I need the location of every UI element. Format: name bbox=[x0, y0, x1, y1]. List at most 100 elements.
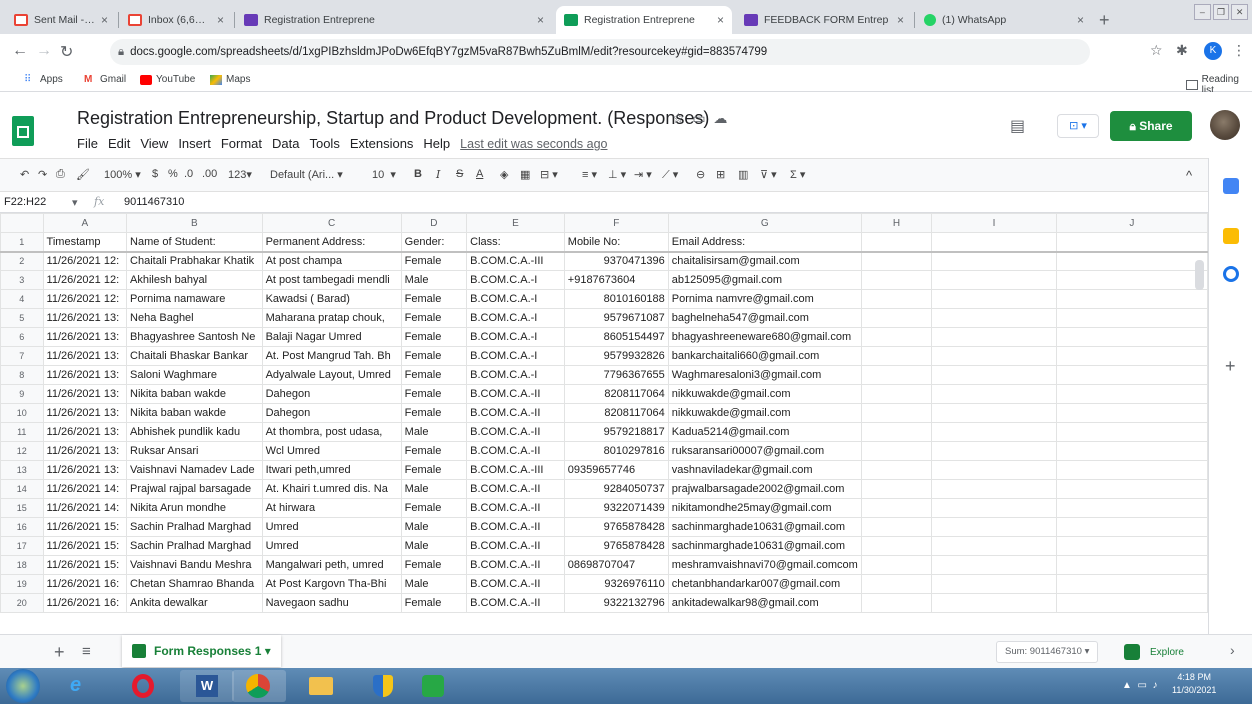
cell[interactable]: Female bbox=[400, 327, 468, 347]
cell[interactable]: Umred bbox=[261, 517, 402, 537]
cell[interactable] bbox=[931, 593, 1057, 613]
cell[interactable] bbox=[1055, 460, 1208, 480]
close-tab-icon[interactable]: × bbox=[897, 13, 904, 27]
cell[interactable]: Ruksar Ansari bbox=[126, 441, 263, 461]
star-icon[interactable]: ☆ bbox=[672, 110, 685, 126]
cell[interactable] bbox=[1055, 270, 1208, 290]
cell[interactable]: B.COM.C.A.-II bbox=[466, 441, 565, 461]
reload-icon[interactable]: ↻ bbox=[60, 42, 73, 62]
cell[interactable]: Sachin Pralhad Marghad bbox=[126, 517, 263, 537]
cell[interactable]: ruksaransari00007@gmail.com bbox=[667, 441, 862, 461]
cell[interactable] bbox=[860, 460, 933, 480]
italic-button[interactable]: I bbox=[436, 168, 440, 181]
text-rotation-icon[interactable]: ⟋ ▾ bbox=[662, 168, 678, 182]
cell[interactable] bbox=[1055, 403, 1208, 423]
cell[interactable]: 9579218817 bbox=[563, 422, 669, 442]
collapse-menus-icon[interactable]: ^ bbox=[1186, 168, 1192, 183]
cell[interactable]: Ankita dewalkar bbox=[126, 593, 263, 613]
bookmark-youtube[interactable]: YouTube bbox=[140, 74, 195, 85]
cell[interactable]: 11/26/2021 13: bbox=[42, 346, 128, 366]
cell[interactable]: 11/26/2021 14: bbox=[42, 498, 128, 518]
cell[interactable]: 8010160188 bbox=[563, 289, 669, 309]
cell[interactable]: Chaitali Bhaskar Bankar bbox=[126, 346, 263, 366]
font-family-select[interactable]: Default (Ari... ▾ bbox=[270, 168, 343, 181]
security-shield-icon[interactable] bbox=[356, 670, 410, 702]
header-cell[interactable] bbox=[931, 232, 1057, 253]
cell[interactable]: Male bbox=[400, 574, 468, 594]
header-cell[interactable]: Timestamp bbox=[42, 232, 128, 253]
file-explorer-icon[interactable] bbox=[294, 670, 348, 702]
column-header[interactable]: B bbox=[126, 213, 263, 233]
cell[interactable]: Mangalwari peth, umred bbox=[261, 555, 402, 575]
cell[interactable] bbox=[1055, 441, 1208, 461]
cell[interactable]: B.COM.C.A.-II bbox=[466, 555, 565, 575]
cell[interactable] bbox=[860, 536, 933, 556]
row-number[interactable]: 16 bbox=[0, 517, 44, 537]
cell[interactable] bbox=[931, 536, 1057, 556]
cell[interactable]: Vaishnavi Bandu Meshra bbox=[126, 555, 263, 575]
row-number[interactable]: 5 bbox=[0, 308, 44, 328]
cell[interactable] bbox=[1055, 593, 1208, 613]
cell[interactable]: At. Khairi t.umred dis. Na bbox=[261, 479, 402, 499]
header-cell[interactable]: Class: bbox=[466, 232, 565, 253]
cell[interactable]: chaitalisirsam@gmail.com bbox=[667, 251, 862, 271]
cell[interactable]: Maharana pratap chouk, bbox=[261, 308, 402, 328]
undo-icon[interactable]: ↶ bbox=[20, 168, 29, 181]
row-number[interactable]: 13 bbox=[0, 460, 44, 480]
browser-tab[interactable]: Sent Mail - khushbooghe × bbox=[6, 6, 116, 34]
chrome-icon[interactable] bbox=[232, 670, 286, 702]
cell[interactable]: 11/26/2021 12: bbox=[42, 289, 128, 309]
present-button[interactable]: ⊡ ▾ bbox=[1057, 114, 1099, 138]
cell[interactable]: Chetan Shamrao Bhanda bbox=[126, 574, 263, 594]
tasks-icon[interactable] bbox=[1223, 266, 1239, 282]
cell[interactable]: B.COM.C.A.-II bbox=[466, 536, 565, 556]
cell[interactable]: 11/26/2021 13: bbox=[42, 384, 128, 404]
more-formats-select[interactable]: 123▾ bbox=[228, 168, 252, 181]
cell[interactable]: 9765878428 bbox=[563, 517, 669, 537]
text-color-button[interactable]: A bbox=[476, 168, 483, 180]
cell[interactable] bbox=[1055, 289, 1208, 309]
merge-cells-icon[interactable]: ⊟ ▾ bbox=[540, 168, 558, 181]
browser-tab[interactable]: FEEDBACK FORM Entrep × bbox=[736, 6, 912, 34]
row-number[interactable]: 12 bbox=[0, 441, 44, 461]
cell[interactable]: Female bbox=[400, 593, 468, 613]
bookmark-star-icon[interactable]: ☆ bbox=[1150, 42, 1163, 59]
cell[interactable] bbox=[1055, 479, 1208, 499]
text-wrapping-icon[interactable]: ⇥ ▾ bbox=[634, 168, 652, 181]
internet-explorer-icon[interactable]: e bbox=[52, 670, 106, 702]
cell[interactable]: Wcl Umred bbox=[261, 441, 402, 461]
cell[interactable]: Female bbox=[400, 289, 468, 309]
cell[interactable]: Navegaon sadhu bbox=[261, 593, 402, 613]
cell[interactable]: 11/26/2021 13: bbox=[42, 308, 128, 328]
cell[interactable]: 8208117064 bbox=[563, 403, 669, 423]
cell[interactable] bbox=[1055, 346, 1208, 366]
row-number[interactable]: 19 bbox=[0, 574, 44, 594]
cell[interactable]: Prajwal rajpal barsagade bbox=[126, 479, 263, 499]
column-header[interactable]: C bbox=[261, 213, 402, 233]
url-bar[interactable]: 🔒︎ docs.google.com/spreadsheets/d/1xgPIBz… bbox=[110, 39, 1090, 65]
cell[interactable]: 11/26/2021 12: bbox=[42, 270, 128, 290]
cell[interactable] bbox=[931, 422, 1057, 442]
cell[interactable]: Nikita Arun mondhe bbox=[126, 498, 263, 518]
cell[interactable]: B.COM.C.A.-II bbox=[466, 403, 565, 423]
cell[interactable]: 8010297816 bbox=[563, 441, 669, 461]
column-header[interactable]: H bbox=[860, 213, 933, 233]
cell[interactable] bbox=[860, 270, 933, 290]
cell[interactable]: 09359657746 bbox=[563, 460, 669, 480]
cell[interactable] bbox=[1055, 517, 1208, 537]
formula-input[interactable]: 9011467310 bbox=[124, 196, 184, 208]
extensions-icon[interactable]: ✱ bbox=[1176, 42, 1188, 59]
cell[interactable]: B.COM.C.A.-III bbox=[466, 251, 565, 271]
redo-icon[interactable]: ↷ bbox=[38, 168, 47, 181]
cell[interactable]: Sachin Pralhad Marghad bbox=[126, 536, 263, 556]
cell[interactable]: baghelneha547@gmail.com bbox=[667, 308, 862, 328]
cell[interactable] bbox=[1055, 308, 1208, 328]
column-header[interactable]: I bbox=[931, 213, 1057, 233]
cell[interactable]: B.COM.C.A.-I bbox=[466, 327, 565, 347]
cell[interactable]: Male bbox=[400, 536, 468, 556]
header-cell[interactable]: Name of Student: bbox=[126, 232, 263, 253]
calendar-icon[interactable] bbox=[1223, 178, 1239, 194]
cell[interactable]: Pornima namvre@gmail.com bbox=[667, 289, 862, 309]
column-header[interactable]: A bbox=[42, 213, 128, 233]
taskbar-clock[interactable]: 4:18 PM 11/30/2021 bbox=[1172, 671, 1216, 697]
